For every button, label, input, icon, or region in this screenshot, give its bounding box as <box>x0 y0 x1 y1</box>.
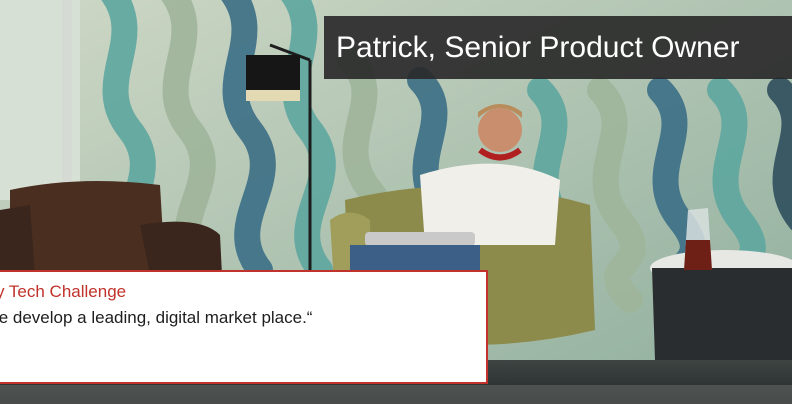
quote-text: /e develop a leading, digital market pla… <box>0 308 313 327</box>
photo-scene: Patrick, Senior Product Owner y Tech Cha… <box>0 0 792 404</box>
name-title-text: Patrick, Senior Product Owner <box>336 31 740 64</box>
quote-card: y Tech Challenge /e develop a leading, d… <box>0 270 488 384</box>
quote-title: y Tech Challenge <box>0 282 127 301</box>
name-title-banner: Patrick, Senior Product Owner <box>324 16 792 79</box>
